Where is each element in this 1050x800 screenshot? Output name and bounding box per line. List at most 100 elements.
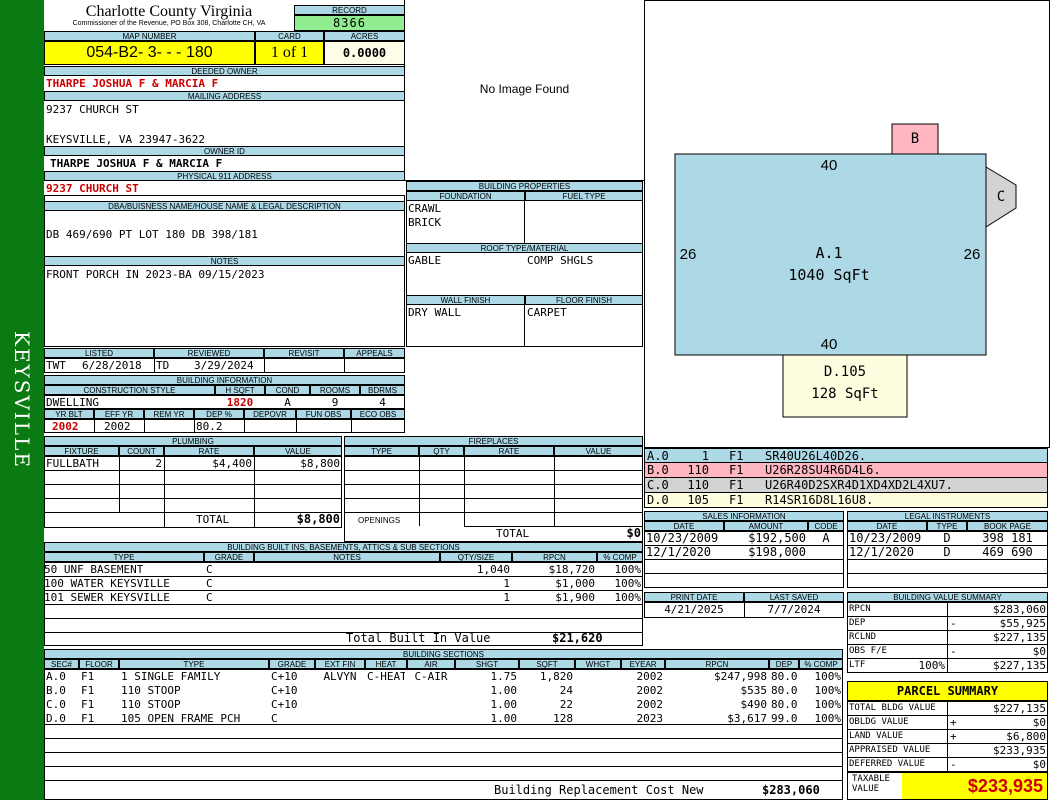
parcel-summary-label: PARCEL SUMMARY [847, 681, 1048, 701]
legal-date-header: DATE [847, 521, 927, 531]
bdrms-label: BDRMS [360, 385, 405, 395]
physical-address-value: 9237 CHURCH ST [46, 182, 139, 195]
building-properties-label: BUILDING PROPERTIES [406, 181, 643, 191]
built-ins-comp-header: % COMP [597, 552, 643, 562]
locality-name: KEYSVILLE [10, 331, 34, 469]
sketch-bottom-dim: 40 [821, 336, 838, 353]
legal-book-header: BOOK PAGE [967, 521, 1048, 531]
wall-finish-label: WALL FINISH [406, 295, 525, 305]
card-value: 1 of 1 [255, 41, 324, 65]
rem-yr-label: REM YR [144, 409, 194, 419]
county-subtitle: Commissioner of the Revenue, PO Box 308,… [72, 20, 266, 27]
sketch-legend-row: A.0 1 F1 SR40U26L40D26. [644, 448, 1048, 463]
rooms-label: ROOMS [310, 385, 360, 395]
sales-amount-header: AMOUNT [724, 521, 808, 531]
built-ins-label: BUILDING BUILT INS, BASEMENTS, ATTICS & … [44, 542, 643, 552]
legend-floor: F1 [729, 493, 744, 507]
property-photo-placeholder: No Image Found [404, 0, 645, 181]
section-header-shgt: SHGT [455, 659, 519, 669]
fireplace-type-header: TYPE [344, 446, 419, 456]
fireplace-value-header: VALUE [554, 446, 643, 456]
openings-label: OPENINGS [358, 516, 401, 525]
record-label: RECORD [294, 5, 405, 15]
acres-label: ACRES [324, 31, 405, 41]
legend-floor: F1 [729, 463, 744, 477]
county-title: Charlotte County Virginia [85, 3, 253, 20]
roof-material-value: COMP SHGLS [527, 254, 594, 267]
taxable-value: $233,935 [902, 773, 1047, 799]
building-info-label: BUILDING INFORMATION [44, 375, 405, 385]
legend-sec: D.0 [647, 493, 669, 507]
section-header-sec: SEC# [44, 659, 79, 669]
roof-label: ROOF TYPE/MATERIAL [406, 243, 643, 253]
section-header-eyear: EYEAR [621, 659, 665, 669]
wall-finish-value: DRY WALL [408, 306, 461, 319]
plumbing-total: $8,800 [296, 513, 340, 526]
sketch-a-area: 1040 SqFt [788, 266, 869, 284]
notes-value: FRONT PORCH IN 2023-BA 09/15/2023 [46, 268, 265, 281]
section-header-sqft: SQFT [519, 659, 575, 669]
reviewed-label: REVIEWED [154, 348, 264, 358]
no-image-text: No Image Found [479, 82, 570, 96]
dep-pct-label: DEP % [194, 409, 244, 419]
legend-sec: C.0 [647, 478, 669, 492]
owner-id-value: THARPE JOSHUA F & MARCIA F [50, 157, 223, 170]
last-saved-label: LAST SAVED [744, 592, 844, 602]
sketch-legend-row: B.0 110 F1 U26R28SU4R6D4L6. [644, 463, 1048, 478]
floor-finish-value: CARPET [527, 306, 567, 319]
map-number-value: 054-B2- 3- - - 180 [44, 41, 255, 65]
fireplace-total-label: TOTAL [496, 527, 530, 540]
built-in-total-label: Total Built In Value [346, 632, 491, 645]
legal-instruments-label: LEGAL INSTRUMENTS [847, 511, 1048, 521]
notes-label: NOTES [44, 256, 405, 266]
section-header-heat: HEAT [365, 659, 407, 669]
hsqft-label: H SQFT [215, 385, 265, 395]
plumbing-label: PLUMBING [44, 436, 342, 446]
listed-label: LISTED [44, 348, 154, 358]
section-header-grade: GRADE [269, 659, 315, 669]
taxable-label-2: VALUE [852, 784, 880, 794]
sketch-legend-row: C.0 110 F1 U26R40D2SXR4D1XD4XD2L4XU7. [644, 478, 1048, 493]
plumbing-count-header: COUNT [119, 446, 164, 456]
sketch-legend-row: D.0 105 F1 R14SR16D8L16U8. [644, 493, 1048, 508]
section-header-floor: FLOOR [79, 659, 119, 669]
sales-date-header: DATE [644, 521, 724, 531]
sidebar-locality: KEYSVILLE [0, 0, 44, 800]
physical-address-label: PHYSICAL 911 ADDRESS [44, 171, 405, 181]
replacement-cost-total: $283,060 [762, 784, 820, 797]
built-ins-notes-header: NOTES [254, 552, 440, 562]
legend-code: 110 [687, 478, 709, 492]
section-header-ext: EXT FIN [315, 659, 365, 669]
foundation-value-2: BRICK [408, 216, 442, 229]
sketch-right-dim: 26 [964, 246, 981, 263]
legend-floor: F1 [729, 478, 744, 492]
section-header-type: TYPE [119, 659, 269, 669]
built-ins-grade-header: GRADE [204, 552, 254, 562]
construction-style-label: CONSTRUCTION STYLE [44, 385, 215, 395]
section-header-rpcn: RPCN [665, 659, 769, 669]
legend-floor: F1 [729, 449, 744, 463]
depovr-label: DEPOVR [244, 409, 296, 419]
last-saved-value: 7/7/2024 [767, 603, 821, 616]
dba-value: DB 469/690 PT LOT 180 DB 398/181 [46, 228, 258, 241]
sketch-d-area: 128 SqFt [811, 386, 878, 402]
foundation-value-1: CRAWL [408, 202, 442, 215]
legend-code: 105 [687, 493, 709, 507]
revisit-label: REVISIT [264, 348, 344, 358]
eco-obs-label: ECO OBS [351, 409, 405, 419]
built-ins-type-header: TYPE [44, 552, 204, 562]
building-sections-label: BUILDING SECTIONS [44, 649, 843, 659]
fireplace-rate-header: RATE [464, 446, 554, 456]
dba-label: DBA/BUISNESS NAME/HOUSE NAME & LEGAL DES… [44, 201, 405, 211]
section-header-whgt: WHGT [575, 659, 621, 669]
appeals-label: APPEALS [344, 348, 405, 358]
built-in-total: $21,620 [552, 632, 603, 645]
sketch-a-label: A.1 [815, 244, 842, 262]
deeded-owner-value: THARPE JOSHUA F & MARCIA F [46, 77, 219, 90]
sales-info-label: SALES INFORMATION [644, 511, 844, 521]
roof-type-value: GABLE [408, 254, 442, 267]
deeded-owner-label: DEEDED OWNER [44, 66, 405, 76]
sales-code-header: CODE [808, 521, 844, 531]
replacement-cost-label: Building Replacement Cost New [494, 784, 704, 797]
legal-type-header: TYPE [927, 521, 967, 531]
